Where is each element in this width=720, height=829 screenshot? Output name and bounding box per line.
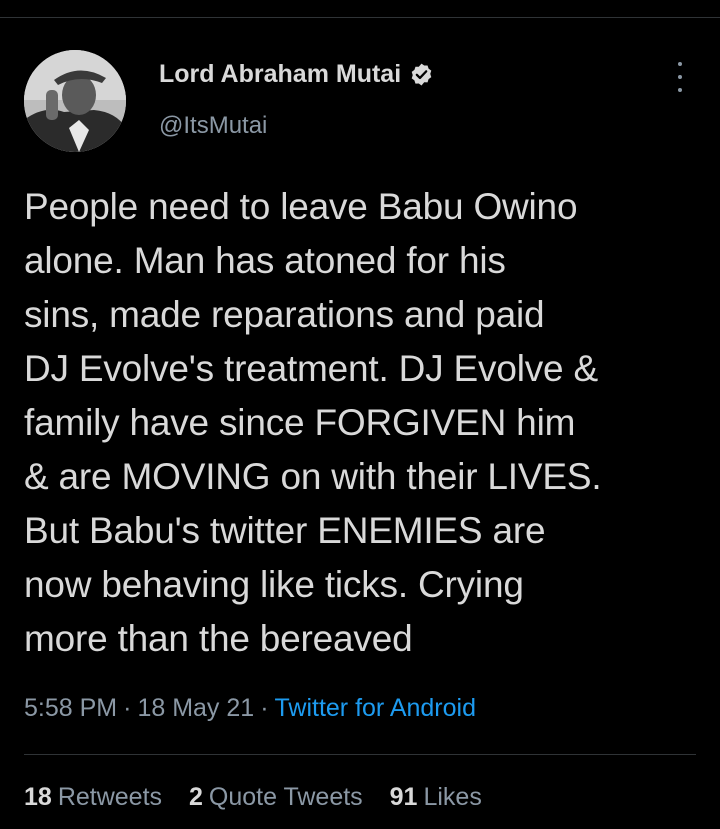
retweets-label: Retweets [57,783,163,811]
likes-label: Likes [423,783,482,811]
meta-separator: · [123,694,132,722]
quotes-count: 2 [188,783,203,811]
likes-count: 91 [389,783,418,811]
author-name-row[interactable]: Lord Abraham Mutai [159,60,434,89]
tweet-header: Lord Abraham Mutai @ItsMutai [0,38,720,152]
quote-tweets-stat[interactable]: 2 Quote Tweets [189,783,363,811]
meta-separator: · [260,694,269,722]
tweet-meta: 5:58 PM · 18 May 21 · Twitter for Android [24,694,476,723]
likes-stat[interactable]: 91 Likes [390,783,482,811]
tweet-date[interactable]: 18 May 21 [137,694,254,722]
avatar[interactable] [24,50,126,152]
retweets-count: 18 [24,783,52,811]
top-divider [0,17,720,18]
more-options-icon[interactable] [668,62,692,92]
retweets-stat[interactable]: 18 Retweets [24,783,162,811]
verified-badge-icon [409,62,434,87]
author-name[interactable]: Lord Abraham Mutai [159,60,401,89]
author-handle[interactable]: @ItsMutai [159,112,267,140]
tweet-time[interactable]: 5:58 PM [24,694,117,722]
tweet-source-link[interactable]: Twitter for Android [275,694,476,722]
stats-divider [24,754,696,755]
tweet-text: People need to leave Babu Owino alone. M… [24,186,602,659]
quotes-label: Quote Tweets [208,783,363,811]
avatar-photo [24,50,126,152]
tweet-stats: 18 Retweets 2 Quote Tweets 91 Likes [24,783,502,812]
